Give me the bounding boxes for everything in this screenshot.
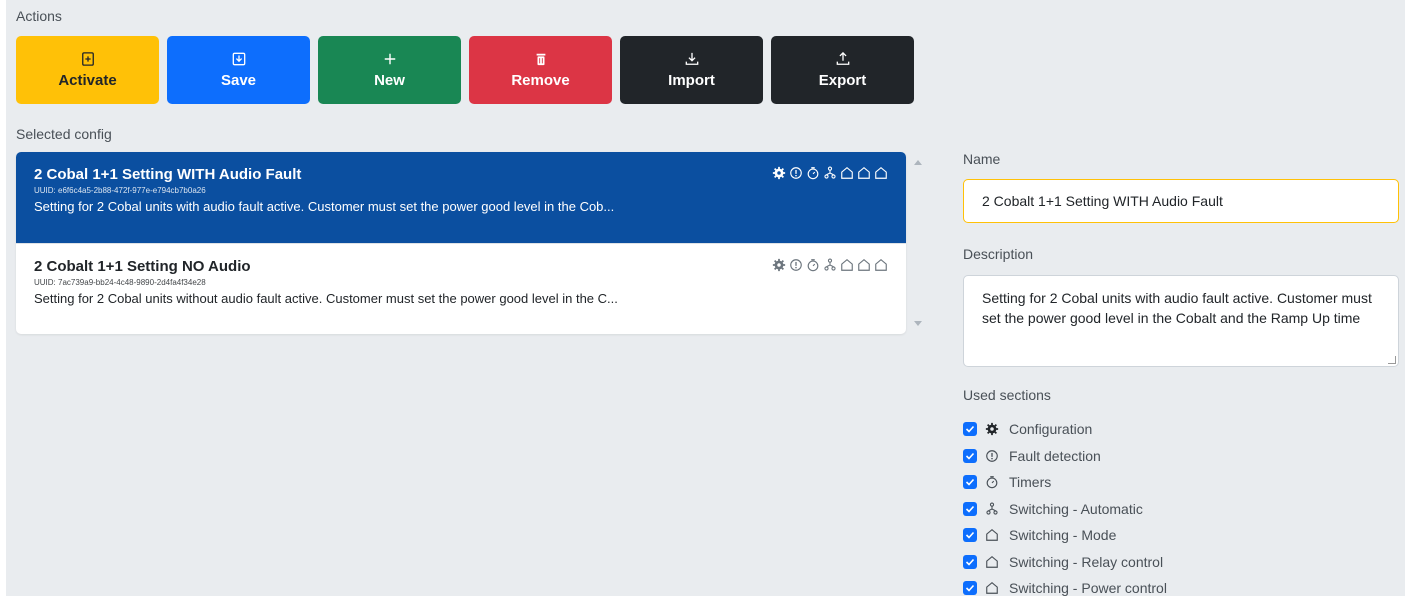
section-checkbox[interactable] (963, 528, 977, 543)
switch-mode-icon (986, 529, 998, 542)
section-label: Fault detection (1009, 447, 1101, 464)
section-label: Switching - Automatic (1009, 500, 1143, 517)
section-switching-mode[interactable]: Switching - Mode (963, 522, 1167, 549)
import-label: Import (668, 71, 715, 89)
activate-icon (81, 51, 94, 66)
section-fault-detection[interactable]: Fault detection (963, 443, 1167, 470)
timer-icon (807, 167, 819, 180)
section-label: Timers (1009, 474, 1052, 491)
section-label: Switching - Relay control (1009, 553, 1164, 570)
section-timers[interactable]: Timers (963, 469, 1167, 496)
check-icon (965, 585, 975, 592)
config-panel: Actions Activate Save New Remove Import … (6, 0, 1405, 596)
section-label: Configuration (1009, 421, 1093, 438)
fault-icon (790, 259, 802, 271)
save-icon (232, 52, 245, 65)
relay-icon (858, 259, 870, 271)
scroll-up-arrow[interactable] (914, 160, 922, 165)
relay-icon (986, 555, 998, 568)
section-label: Switching - Mode (1009, 527, 1117, 544)
power-icon (986, 582, 998, 595)
fault-icon (986, 449, 998, 462)
section-label: Switching - Power control (1009, 580, 1167, 596)
gear-icon (772, 166, 786, 180)
check-icon (965, 479, 975, 486)
timer-icon (986, 476, 998, 489)
config-list: 2 Cobal 1+1 Setting WITH Audio Fault UUI… (16, 152, 906, 334)
section-checkbox[interactable] (963, 448, 977, 463)
fault-icon (790, 167, 802, 179)
power-icon (875, 167, 887, 179)
remove-button[interactable]: Remove (469, 36, 612, 104)
auto-switch-icon (824, 258, 836, 271)
section-configuration[interactable]: Configuration (963, 416, 1167, 443)
switch-mode-icon (841, 259, 853, 271)
section-switching-power-control[interactable]: Switching - Power control (963, 575, 1167, 596)
save-button[interactable]: Save (167, 36, 310, 104)
name-input[interactable]: 2 Cobalt 1+1 Setting WITH Audio Fault (963, 179, 1399, 223)
activate-button[interactable]: Activate (16, 36, 159, 104)
check-icon (965, 426, 975, 433)
activate-label: Activate (58, 71, 117, 89)
description-textarea[interactable]: Setting for 2 Cobal units with audio fau… (963, 275, 1399, 367)
remove-label: Remove (511, 71, 570, 89)
section-checkbox[interactable] (963, 475, 977, 490)
trash-icon (536, 53, 545, 65)
description-text: Setting for 2 Cobal units with audio fau… (982, 290, 1372, 326)
actions-toolbar: Activate Save New Remove Import Export (16, 36, 914, 104)
auto-switch-icon (824, 166, 836, 179)
save-label: Save (220, 71, 257, 89)
import-button[interactable]: Import (620, 36, 763, 104)
selected-config-label: Selected config (16, 126, 112, 142)
config-description: Setting for 2 Cobal units with audio fau… (34, 199, 615, 214)
export-button[interactable]: Export (771, 36, 914, 104)
export-label: Export (818, 71, 867, 89)
gear-icon (772, 258, 786, 272)
section-checkbox[interactable] (963, 501, 977, 516)
relay-icon (858, 167, 870, 179)
section-checkbox[interactable] (963, 422, 977, 437)
config-list-item[interactable]: 2 Cobalt 1+1 Setting NO Audio UUID: 7ac7… (16, 244, 906, 334)
config-title: 2 Cobalt 1+1 Setting NO Audio (34, 258, 251, 275)
config-list-scrollbar[interactable] (912, 152, 924, 334)
config-description: Setting for 2 Cobal units without audio … (34, 291, 618, 306)
upload-icon (836, 51, 849, 65)
timer-icon (807, 259, 819, 272)
switch-mode-icon (841, 167, 853, 179)
check-icon (965, 532, 975, 539)
auto-switch-icon (986, 502, 998, 515)
check-icon (965, 505, 975, 513)
plus-icon (384, 53, 395, 64)
name-label: Name (963, 151, 1001, 167)
new-label: New (374, 71, 405, 89)
section-checkbox[interactable] (963, 581, 977, 596)
config-section-icons (772, 258, 888, 272)
description-label: Description (963, 246, 1034, 262)
section-switching-relay-control[interactable]: Switching - Relay control (963, 549, 1167, 576)
config-list-item[interactable]: 2 Cobal 1+1 Setting WITH Audio Fault UUI… (16, 152, 906, 244)
resize-handle[interactable] (1388, 356, 1396, 364)
config-uuid: UUID: e6f6c4a5-2b88-472f-977e-e794cb7b0a… (34, 186, 206, 195)
new-button[interactable]: New (318, 36, 461, 104)
section-checkbox[interactable] (963, 554, 977, 569)
download-icon (685, 52, 698, 65)
power-icon (875, 259, 887, 271)
config-title: 2 Cobal 1+1 Setting WITH Audio Fault (34, 166, 302, 183)
config-uuid: UUID: 7ac739a9-bb24-4c48-9890-2d4fa4f34e… (34, 278, 206, 287)
config-section-icons (772, 166, 888, 180)
actions-label: Actions (16, 8, 62, 24)
section-switching-automatic[interactable]: Switching - Automatic (963, 496, 1167, 523)
used-sections-list: Configuration Fault detection Timers Swi… (963, 416, 1167, 596)
gear-icon (985, 423, 999, 436)
check-icon (965, 558, 975, 566)
used-sections-label: Used sections (963, 387, 1051, 403)
check-icon (965, 452, 975, 460)
scroll-down-arrow[interactable] (914, 321, 922, 326)
